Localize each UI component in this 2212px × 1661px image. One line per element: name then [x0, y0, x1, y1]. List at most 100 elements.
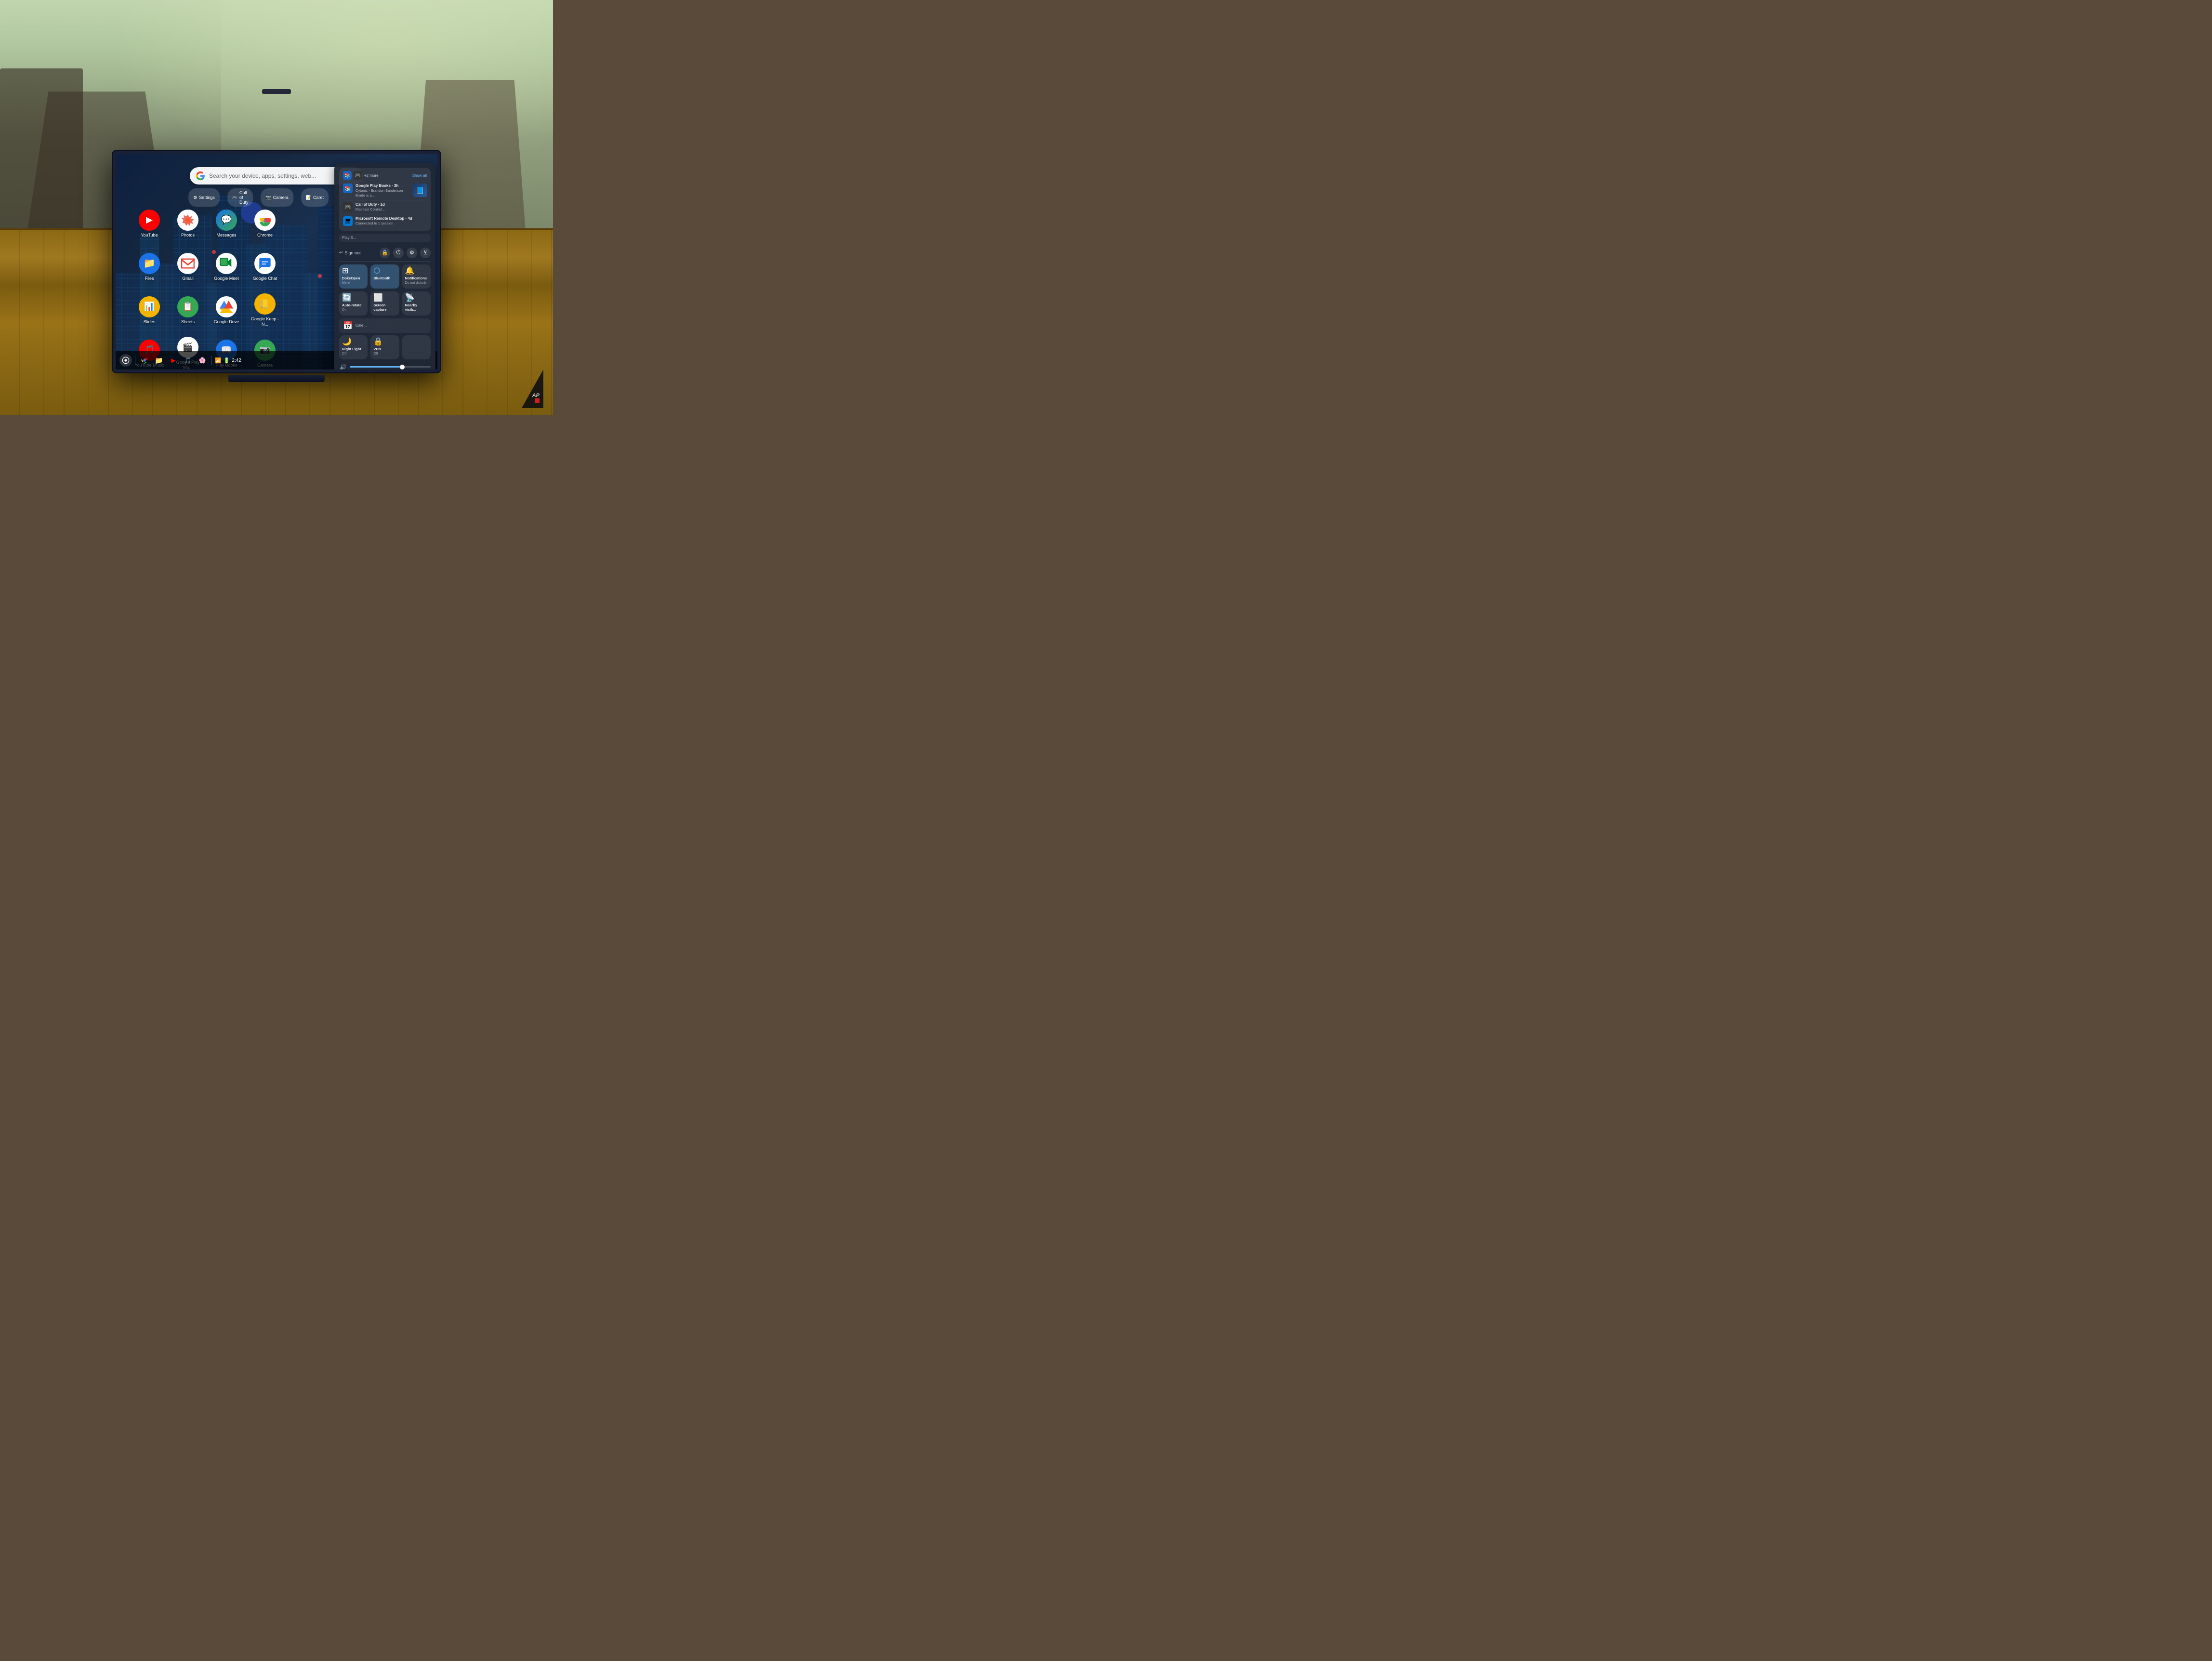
volume-icon: 🔊: [339, 364, 347, 370]
play-store-label: Play S...: [342, 236, 356, 240]
system-tray[interactable]: 📶 🔋 2:42: [215, 357, 241, 364]
bluetooth-toggle-icon: ⬡: [373, 267, 396, 275]
lock-icon[interactable]: 🔒: [380, 248, 390, 258]
photos-icon: [177, 210, 198, 231]
notif-books-icon: 📚: [343, 171, 352, 180]
notification-book-thumbnail: 📘: [413, 184, 427, 197]
nightlight-toggle-icon: 🌙: [342, 338, 365, 346]
notification-item-books[interactable]: 📚 Google Play Books · 3h Cytonic - Brand…: [343, 182, 427, 200]
expand-icon[interactable]: ⊻: [420, 248, 431, 258]
notifications-toggle-icon: 🔔: [405, 267, 428, 275]
autorotate-toggle-label: Auto-rotate: [342, 303, 365, 307]
shortcut-callofduty[interactable]: 🎮 Call of Duty: [227, 188, 253, 207]
taskbar-separator-2: [211, 356, 212, 365]
app-chrome[interactable]: Chrome: [251, 207, 278, 241]
notifications-toggle-sublabel: Do not disturb: [405, 281, 428, 285]
files-label: Files: [145, 276, 154, 281]
photos-label: Photos: [181, 233, 195, 238]
toggle-autorotate[interactable]: 🔄 Auto-rotate On: [339, 291, 368, 316]
toggle-dokeopen[interactable]: ⊞ DokeOpen More: [339, 264, 368, 289]
books-app-icon: 📚: [343, 184, 353, 193]
files-icon: 📁: [139, 253, 160, 274]
dokeopen-toggle-icon: ⊞: [342, 267, 365, 275]
laptop-hinge: [262, 89, 291, 94]
calendar-icon: 📅: [343, 321, 353, 330]
toggle-bluetooth[interactable]: ⬡ Bluetooth: [370, 264, 399, 289]
app-drive[interactable]: Google Drive: [211, 293, 242, 328]
nearbyvisib-toggle-icon: 📡: [405, 294, 428, 302]
calendar-item[interactable]: 📅 Cale...: [339, 318, 431, 333]
dokeopen-toggle-sublabel: More: [342, 281, 365, 285]
app-youtube[interactable]: ▶ YouTube: [136, 207, 163, 241]
notification-app-icons: 📚 🎮 +2 more: [343, 171, 379, 180]
settings-chip-icon: ⚙: [193, 195, 197, 200]
autorotate-toggle-icon: 🔄: [342, 294, 365, 302]
taskbar-youtube-icon: ▶: [171, 357, 175, 364]
app-meet[interactable]: Google Meet: [211, 250, 242, 284]
app-gmail[interactable]: Gmail: [174, 250, 201, 284]
meet-icon: [216, 253, 237, 274]
app-messages[interactable]: 💬 Messages: [213, 207, 240, 241]
app-chat[interactable]: Google Chat: [250, 250, 280, 284]
toggle-empty: [402, 335, 431, 359]
shortcut-camera[interactable]: 📷 Camera: [261, 188, 293, 207]
nightlight-toggle-label: Night Light: [342, 347, 365, 351]
sheets-icon: 📋: [177, 296, 198, 317]
app-sheets[interactable]: 📋 Sheets: [174, 293, 201, 328]
notif-books-title: Cytonic - Brandon Sanderson: [356, 188, 410, 193]
remote-app-icon: 🖥: [343, 216, 353, 226]
vpn-toggle-label: VPN: [373, 347, 396, 351]
taskbar-chrome[interactable]: [138, 354, 151, 367]
calendar-label: Cale...: [356, 323, 427, 328]
signout-icon: ↩: [339, 250, 343, 255]
app-slides[interactable]: 📊 Slides: [136, 293, 163, 328]
toggle-nearbyvisib[interactable]: 📡 Nearby visib...: [402, 291, 431, 316]
toggle-grid-row2: 🔄 Auto-rotate On ⬜ Screen capture 📡 Near…: [339, 291, 431, 316]
notif-books-app-name: Google Play Books · 3h: [356, 184, 410, 188]
autorotate-toggle-sublabel: On: [342, 308, 365, 312]
gmail-icon: [177, 253, 198, 274]
notifications-toggle-label: Notifications: [405, 276, 428, 280]
launcher-button[interactable]: [119, 354, 132, 367]
cod-app-icon: 🎮: [343, 202, 353, 212]
app-photos[interactable]: Photos: [174, 207, 201, 241]
power-off-icon[interactable]: ⏻: [393, 248, 404, 258]
notif-cod-icon: 🎮: [354, 171, 362, 180]
app-slot-empty-1: [284, 202, 323, 245]
search-placeholder-text: Search your device, apps, settings, web.…: [209, 172, 344, 179]
notif-cod-body: Maintain Control...: [356, 207, 427, 212]
drive-label: Google Drive: [214, 319, 239, 325]
sign-out-button[interactable]: ↩ Sign out: [339, 250, 361, 255]
notification-item-remote[interactable]: 🖥 Microsoft Remote Desktop · 4d Connecte…: [343, 214, 427, 228]
drive-icon: [216, 296, 237, 317]
keep-label: Google Keep - N...: [249, 316, 281, 327]
toggle-notifications[interactable]: 🔔 Notifications Do not disturb: [402, 264, 431, 289]
toggle-screencapture[interactable]: ⬜ Screen capture: [370, 291, 399, 316]
play-store-notif: Play S...: [339, 234, 431, 242]
volume-slider-thumb[interactable]: [400, 365, 405, 369]
shortcut-caret[interactable]: 📝 Caret: [301, 188, 329, 207]
chrome-icon: [254, 210, 276, 231]
taskbar-files[interactable]: 📁: [153, 354, 165, 367]
notification-item-cod[interactable]: 🎮 Call of Duty · 1d Maintain Control...: [343, 200, 427, 214]
screencapture-toggle-label: Screen capture: [373, 303, 396, 312]
taskbar-photos[interactable]: 🌸: [196, 354, 209, 367]
notif-cod-app-name: Call of Duty · 1d: [356, 202, 427, 207]
caret-chip-label: Caret: [313, 195, 324, 200]
toggle-vpn[interactable]: 🔒 VPN Off: [370, 335, 399, 359]
taskbar-youtube[interactable]: ▶: [167, 354, 180, 367]
taskbar-ytmusic-icon: 🎵: [184, 357, 192, 364]
shortcut-settings[interactable]: ⚙ Settings: [188, 188, 220, 207]
camera-chip-icon: 📷: [266, 195, 271, 200]
show-all-button[interactable]: Show all: [412, 173, 427, 178]
toggle-nightlight[interactable]: 🌙 Night Light Off: [339, 335, 368, 359]
app-files[interactable]: 📁 Files: [136, 250, 163, 284]
volume-slider[interactable]: [350, 366, 431, 368]
notifications-section: 📚 🎮 +2 more Show all 📚 Google Play Books…: [339, 168, 431, 231]
youtube-label: YouTube: [141, 233, 158, 238]
settings-icon[interactable]: ⚙: [407, 248, 417, 258]
messages-icon: 💬: [216, 210, 237, 231]
notification-remote-text: Microsoft Remote Desktop · 4d Connected …: [356, 216, 427, 226]
app-keep[interactable]: 📒 Google Keep - N...: [246, 290, 284, 330]
taskbar-ytmusic[interactable]: 🎵: [182, 354, 194, 367]
